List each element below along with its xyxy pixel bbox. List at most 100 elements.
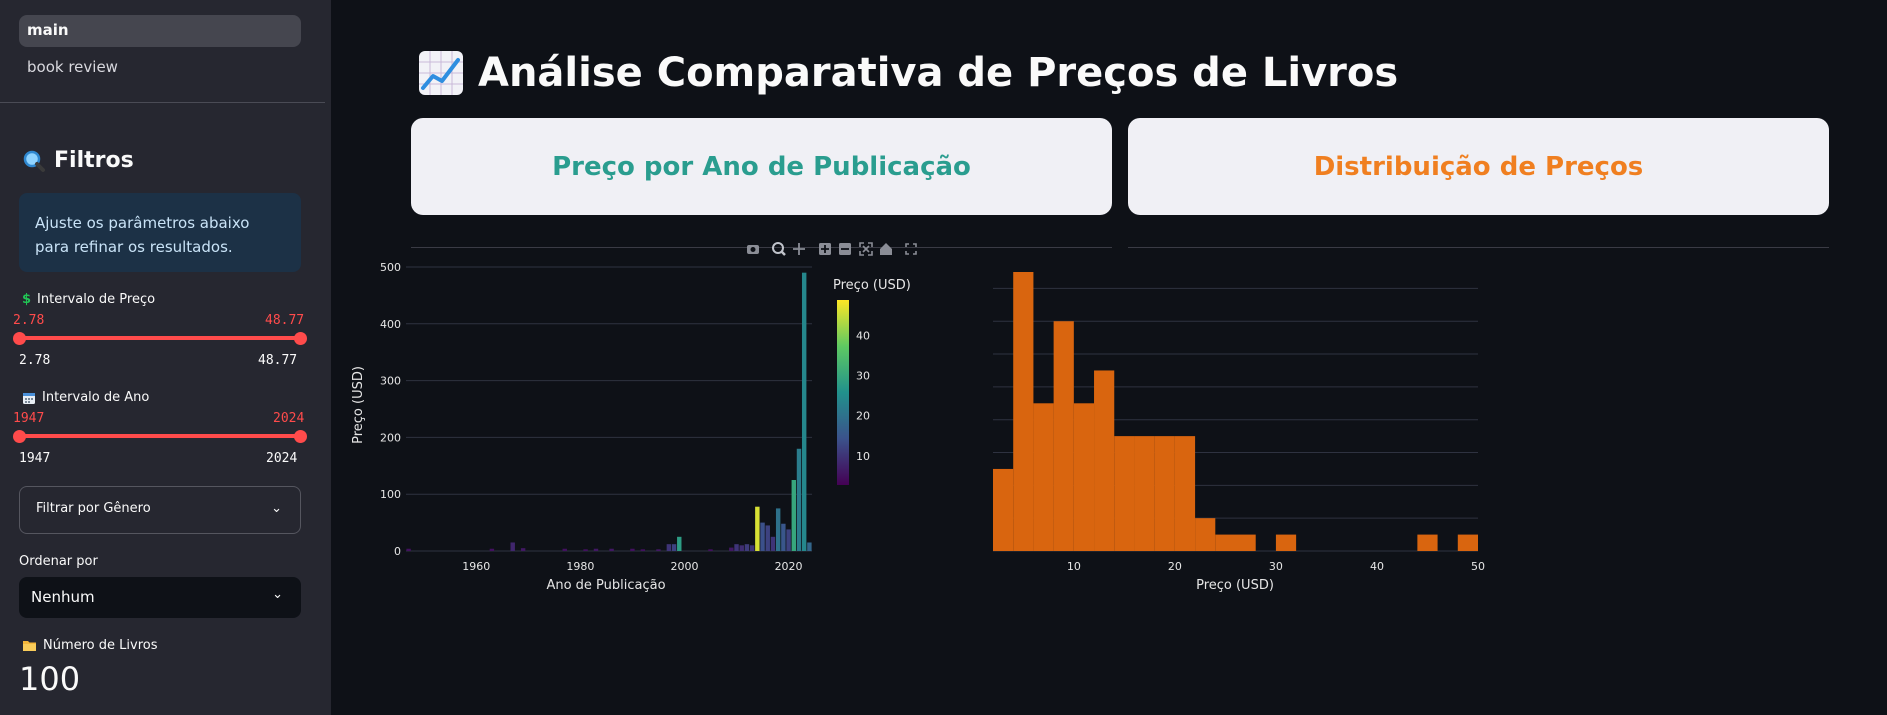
c2-bar (1275, 534, 1297, 551)
filters-title: Filtros (54, 148, 134, 173)
price-range-min: 2.78 (19, 353, 51, 368)
c2-x-tick-label: 50 (1471, 560, 1485, 573)
c1-bar (593, 548, 599, 551)
year-max-value: 2024 (273, 411, 305, 426)
info-box: Ajuste os parâmetros abaixo para refinar… (19, 193, 301, 272)
colorbar (837, 300, 849, 485)
c1-bar (729, 547, 734, 551)
sort-select[interactable]: Nenhum ⌄ (19, 577, 301, 618)
price-by-year-title: Preço por Ano de Publicação (552, 151, 971, 182)
pan-icon[interactable] (793, 243, 805, 255)
c1-bar (671, 544, 677, 551)
c1-bar (749, 545, 755, 551)
nav-item-main[interactable]: main (19, 15, 301, 47)
book-count-value: 100 (19, 660, 81, 698)
autoscale-icon[interactable] (859, 242, 873, 256)
genre-placeholder: Filtrar por Gênero (36, 501, 151, 516)
c2-x-tick-label: 30 (1269, 560, 1283, 573)
filters-heading: Filtros (22, 148, 134, 173)
c1-bar (609, 548, 614, 551)
zoom-in-icon[interactable] (819, 243, 831, 255)
zoom-icon[interactable] (772, 242, 786, 256)
price-min-value: 2.78 (13, 313, 45, 328)
magnifier-icon (23, 150, 45, 172)
colorbar-tick-label: 20 (856, 410, 870, 423)
c2-bar (1174, 436, 1196, 551)
chevron-down-icon: ⌄ (271, 501, 282, 516)
c1-bar (630, 548, 635, 551)
zoom-out-icon[interactable] (839, 243, 851, 255)
c2-x-tick-label: 40 (1370, 560, 1384, 573)
c2-x-ticks: 10 20 30 40 50 (1067, 560, 1485, 573)
c2-bar (1235, 534, 1256, 551)
price-by-year-card: Preço por Ano de Publicação (411, 118, 1112, 215)
home-icon[interactable] (880, 243, 892, 255)
page-title-text: Análise Comparativa de Preços de Livros (478, 50, 1399, 96)
year-max-thumb[interactable] (294, 430, 307, 443)
c2-bar (1195, 518, 1216, 551)
page-title: Análise Comparativa de Preços de Livros (418, 50, 1398, 96)
genre-multiselect[interactable]: Filtrar por Gênero ⌄ (19, 486, 301, 534)
right-divider (1128, 247, 1829, 248)
price-range-label: $ Intervalo de Preço (22, 292, 155, 307)
c1-x-tick-label: 1980 (566, 560, 594, 573)
camera-icon[interactable] (747, 245, 759, 254)
colorbar-title: Preço (USD) (833, 278, 911, 293)
c2-x-axis-label: Preço (USD) (1196, 578, 1274, 593)
c1-y-ticks: 0 100 200 300 400 500 (380, 261, 401, 558)
c1-bar (760, 522, 765, 551)
price-slider-track[interactable] (19, 336, 301, 340)
c1-bar (801, 272, 807, 551)
price-range-max: 48.77 (258, 353, 298, 368)
price-min-thumb[interactable] (13, 332, 26, 345)
price-range-label-text: Intervalo de Preço (37, 292, 156, 307)
price-max-value: 48.77 (265, 313, 305, 328)
c2-bar (993, 468, 1014, 551)
nav-item-book-review[interactable]: book review (19, 52, 301, 84)
c1-bar (791, 480, 796, 551)
c1-bar (739, 545, 744, 551)
c2-bar (1053, 321, 1074, 551)
c1-bar (583, 549, 588, 551)
c1-bar (781, 523, 786, 551)
c1-bar (775, 508, 781, 551)
c1-x-ticks: 1960 1980 2000 2020 (462, 560, 802, 573)
c1-bar (765, 525, 770, 551)
c1-bar (796, 448, 802, 551)
year-min-thumb[interactable] (13, 430, 26, 443)
c1-y-tick-label: 0 (394, 545, 401, 558)
sort-value: Nenhum (31, 588, 95, 606)
chevron-down-icon: ⌄ (272, 587, 283, 602)
year-range-max: 2024 (266, 451, 298, 466)
c1-bar (807, 542, 812, 551)
sort-label: Ordenar por (19, 554, 98, 569)
fullscreen-icon[interactable] (905, 243, 917, 255)
price-max-thumb[interactable] (294, 332, 307, 345)
c1-gridlines (406, 266, 812, 552)
dollar-icon: $ (22, 292, 32, 307)
c1-bar (520, 548, 526, 551)
c1-bar (708, 549, 713, 551)
c2-bar (1154, 436, 1175, 551)
price-by-year-chart: 0 100 200 300 400 500 1960 1980 2000 2020 Ano de… (351, 242, 917, 593)
c2-bar (1013, 272, 1034, 551)
colorbar-tick-label: 10 (856, 450, 870, 463)
c2-x-tick-label: 10 (1067, 560, 1081, 573)
c1-bar (666, 544, 672, 551)
sidebar-divider (0, 102, 325, 103)
c1-y-tick-label: 400 (380, 318, 401, 331)
c1-y-tick-label: 100 (380, 488, 401, 501)
year-min-value: 1947 (13, 411, 45, 426)
c1-bar (510, 542, 515, 551)
year-range-min: 1947 (19, 451, 51, 466)
c1-y-tick-label: 300 (380, 375, 401, 388)
c2-bar (1215, 534, 1236, 551)
colorbar-tick-label: 40 (856, 329, 870, 342)
c2-x-tick-label: 20 (1168, 560, 1182, 573)
c1-x-axis-label: Ano de Publicação (546, 578, 665, 593)
c1-bar (755, 506, 760, 551)
colorbar-tick-label: 30 (856, 370, 870, 383)
c2-bar (1134, 436, 1155, 551)
year-slider-track[interactable] (19, 434, 301, 438)
c1-y-axis-label: Preço (USD) (351, 366, 366, 444)
